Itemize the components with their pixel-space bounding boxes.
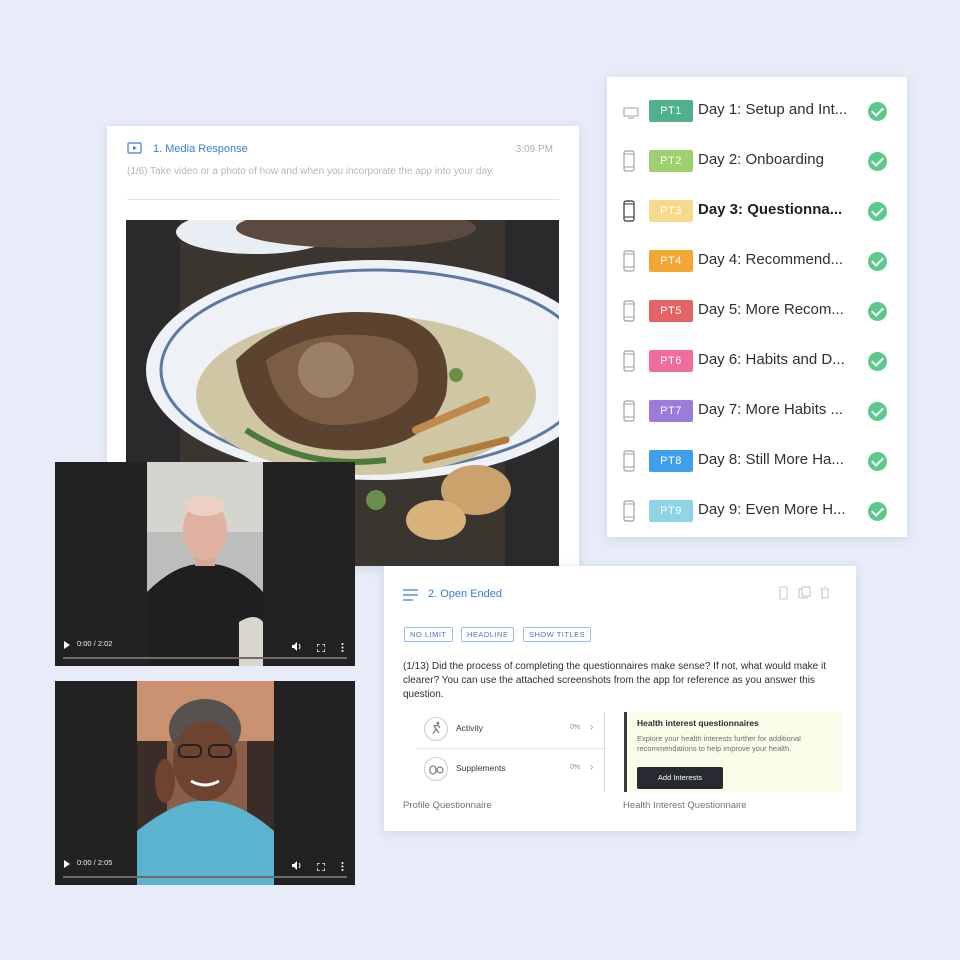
add-interests-button[interactable]: Add Interests [637, 767, 723, 789]
task-label: Day 1: Setup and Int... [698, 101, 848, 118]
chevron-right-icon: › [590, 762, 594, 773]
phone-icon [623, 150, 635, 177]
question-options: NO LIMIT HEADLINE SHOW TITLES [404, 624, 595, 642]
volume-icon[interactable] [292, 638, 302, 656]
health-interest-screenshot: Health interest questionnaires Explore y… [624, 712, 841, 792]
health-interest-heading: Health interest questionnaires [637, 718, 759, 728]
task-label: Day 4: Recommend... [698, 251, 844, 268]
video-controls: 0:00 / 2:02 [55, 620, 355, 666]
task-row[interactable]: PT4 Day 4: Recommend... [607, 232, 907, 282]
progress-bar[interactable] [63, 876, 347, 878]
open-ended-card: 2. Open Ended NO LIMIT HEADLINE SHOW TIT… [384, 566, 856, 831]
task-badge: PT7 [649, 400, 693, 422]
play-square-icon [127, 142, 142, 160]
video-time: 0:00 / 2:05 [77, 858, 113, 867]
play-icon[interactable] [64, 860, 70, 868]
task-label: Day 7: More Habits ... [698, 401, 844, 418]
task-label: Day 9: Even More H... [698, 501, 846, 518]
divider [127, 199, 559, 200]
task-badge: PT9 [649, 500, 693, 522]
chevron-right-icon: › [590, 722, 594, 733]
task-row[interactable]: PT2 Day 2: Onboarding [607, 132, 907, 182]
monitor-icon [623, 106, 639, 124]
video-player-1[interactable]: 0:00 / 2:02 [55, 462, 355, 666]
caption-health-interest-questionnaire: Health Interest Questionnaire [623, 800, 747, 811]
list-item: Activity 0% › [416, 712, 604, 749]
task-badge: PT1 [649, 100, 693, 122]
phone-icon [623, 300, 635, 327]
caption-profile-questionnaire: Profile Questionnaire [403, 800, 492, 811]
supplements-icon [424, 757, 448, 781]
task-row[interactable]: PT3 Day 3: Questionna... [607, 182, 907, 232]
video-player-2[interactable]: 0:00 / 2:05 [55, 681, 355, 885]
task-badge: PT4 [649, 250, 693, 272]
task-badge: PT3 [649, 200, 693, 222]
task-row[interactable]: PT1 Day 1: Setup and Int... [607, 82, 907, 132]
video-time: 0:00 / 2:02 [77, 639, 113, 648]
play-icon[interactable] [64, 641, 70, 649]
check-circle-icon [868, 202, 887, 221]
profile-questionnaire-screenshot: Activity 0% › Supplements 0% › [416, 712, 605, 792]
phone-icon [623, 200, 635, 227]
media-response-prompt: (1/6) Take video or a photo of how and w… [127, 166, 495, 177]
list-item-percent: 0% [570, 764, 581, 771]
task-row[interactable]: PT9 Day 9: Even More H... [607, 482, 907, 532]
task-badge: PT8 [649, 450, 693, 472]
chip-no-limit[interactable]: NO LIMIT [404, 627, 453, 642]
more-options-icon[interactable] [341, 858, 344, 876]
copy-icon[interactable] [798, 586, 811, 599]
phone-icon [623, 500, 635, 527]
task-badge: PT5 [649, 300, 693, 322]
phone-icon [623, 450, 635, 477]
activity-icon [424, 717, 448, 741]
check-circle-icon [868, 452, 887, 471]
task-label: Day 5: More Recom... [698, 301, 844, 318]
task-label: Day 2: Onboarding [698, 151, 824, 168]
task-badge: PT6 [649, 350, 693, 372]
list-item: Supplements 0% › [416, 748, 604, 789]
task-label: Day 8: Still More Ha... [698, 451, 844, 468]
list-item-name: Activity [456, 723, 483, 733]
check-circle-icon [868, 352, 887, 371]
chip-headline[interactable]: HEADLINE [460, 627, 515, 642]
task-row[interactable]: PT8 Day 8: Still More Ha... [607, 432, 907, 482]
task-row[interactable]: PT6 Day 6: Habits and D... [607, 332, 907, 382]
phone-icon [623, 400, 635, 427]
trash-icon[interactable] [820, 586, 830, 599]
open-ended-title[interactable]: 2. Open Ended [428, 588, 502, 600]
task-row[interactable]: PT7 Day 7: More Habits ... [607, 382, 907, 432]
fullscreen-icon[interactable] [316, 639, 326, 657]
progress-bar[interactable] [63, 657, 347, 659]
question-text: (1/13) Did the process of completing the… [403, 661, 827, 700]
task-row[interactable]: PT5 Day 5: More Recom... [607, 282, 907, 332]
phone-icon [623, 350, 635, 377]
media-response-time: 3:09 PM [515, 144, 553, 155]
fullscreen-icon[interactable] [316, 858, 326, 876]
more-options-icon[interactable] [341, 639, 344, 657]
check-circle-icon [868, 152, 887, 171]
list-item-percent: 0% [570, 724, 581, 731]
video-controls: 0:00 / 2:05 [55, 839, 355, 885]
lines-icon [403, 588, 418, 606]
check-circle-icon [868, 252, 887, 271]
health-interest-description: Explore your health interests further fo… [637, 734, 801, 753]
check-circle-icon [868, 402, 887, 421]
check-circle-icon [868, 302, 887, 321]
chip-show-titles[interactable]: SHOW TITLES [522, 627, 592, 642]
media-response-title[interactable]: 1. Media Response [153, 143, 248, 155]
media-response-header: 1. Media Response 3:09 PM [127, 142, 559, 162]
task-label: Day 3: Questionna... [698, 201, 843, 218]
task-badge: PT2 [649, 150, 693, 172]
phone-icon[interactable] [779, 586, 788, 600]
check-circle-icon [868, 102, 887, 121]
volume-icon[interactable] [292, 857, 302, 875]
card-tools [778, 586, 834, 605]
tasks-list-card: PT1 Day 1: Setup and Int... PT2 Day 2: Onbo… [607, 77, 907, 537]
check-circle-icon [868, 502, 887, 521]
task-label: Day 6: Habits and D... [698, 351, 845, 368]
phone-icon [623, 250, 635, 277]
list-item-name: Supplements [456, 763, 506, 773]
